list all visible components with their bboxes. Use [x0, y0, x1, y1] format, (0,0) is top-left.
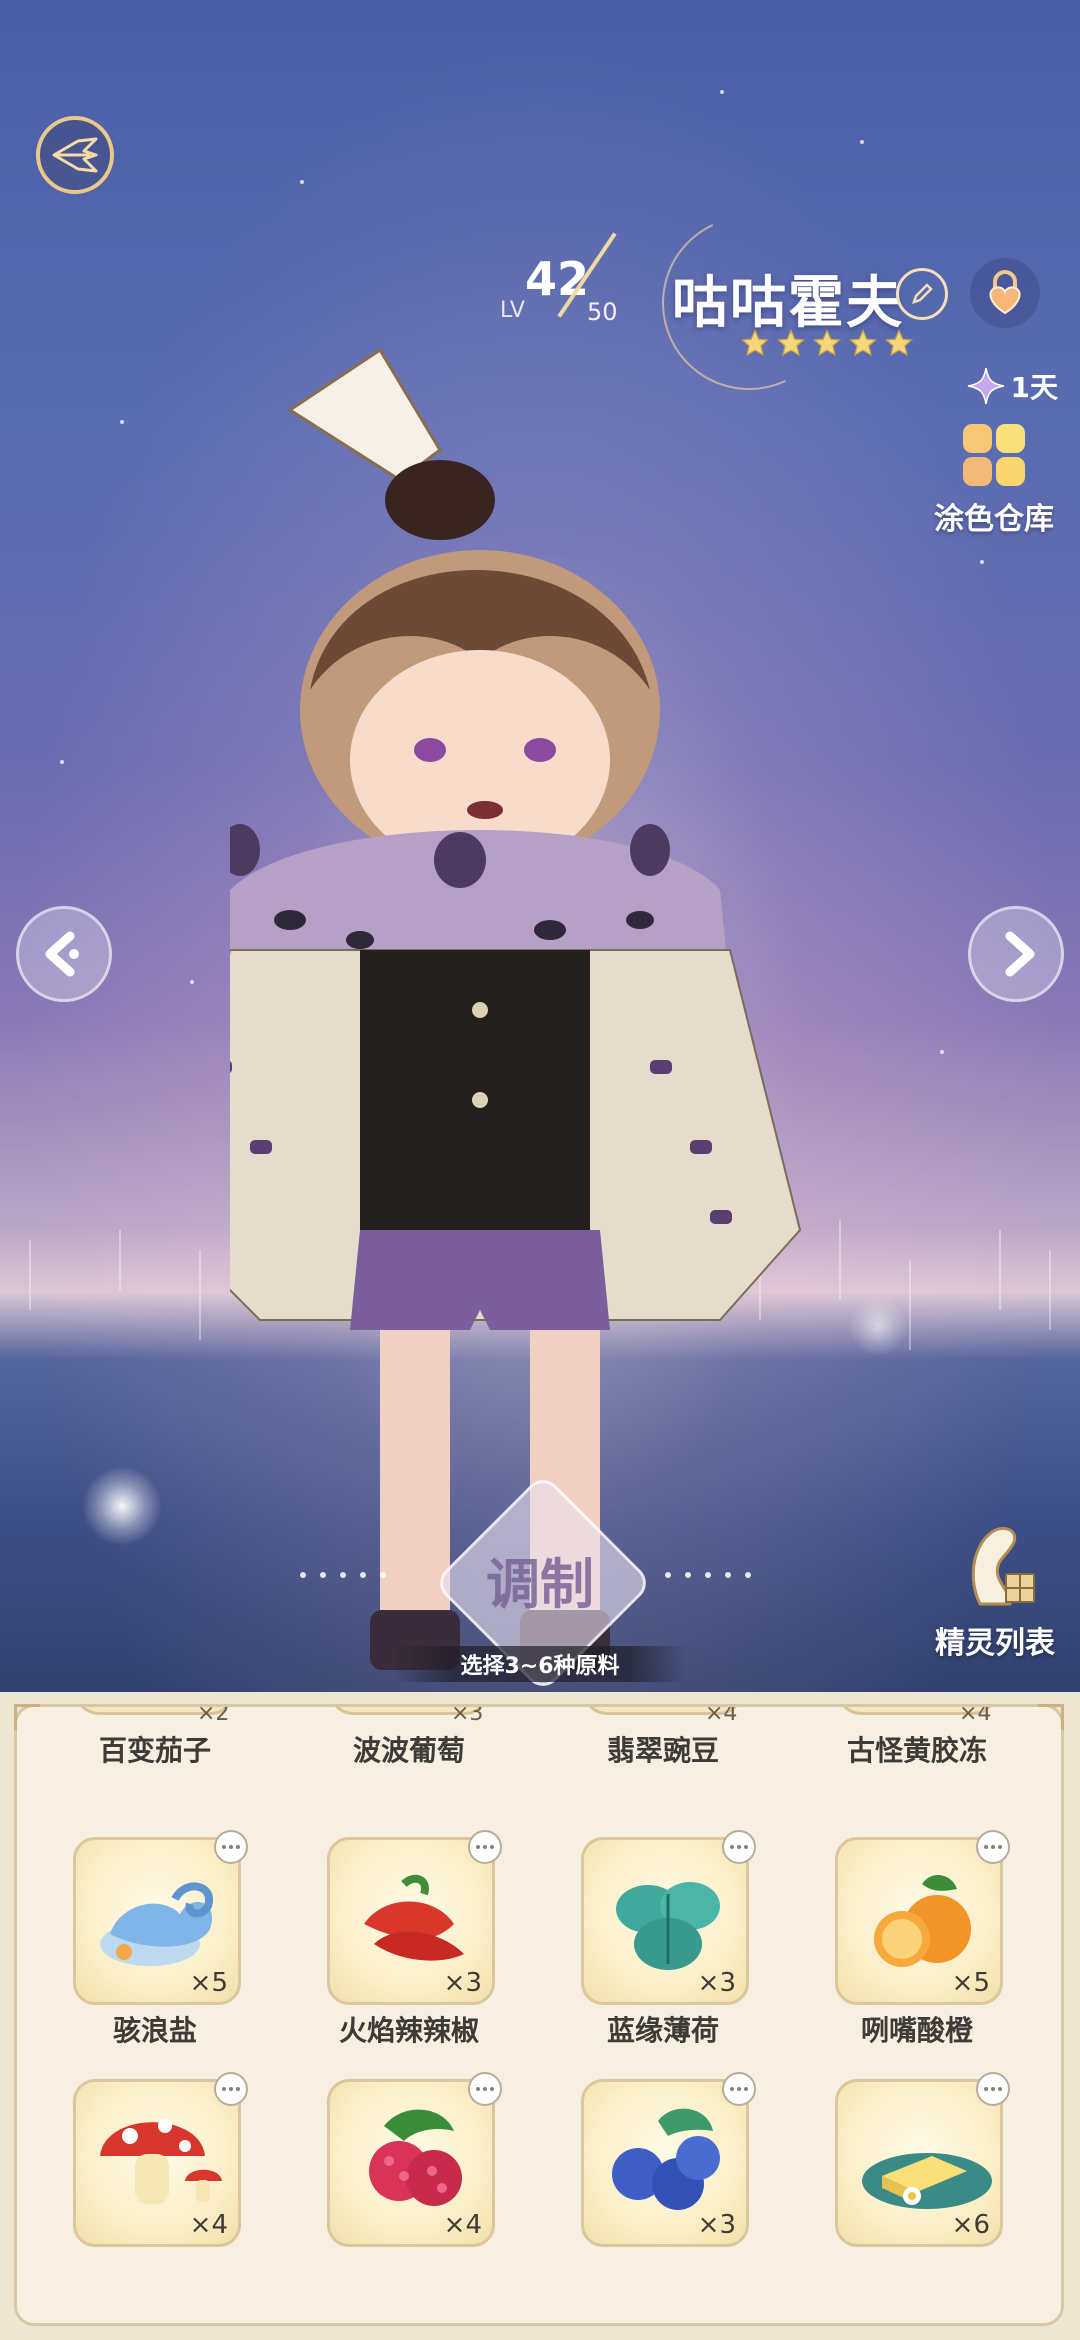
craft-dots-right: [665, 1572, 751, 1578]
wing-back-icon: [52, 137, 98, 173]
back-button[interactable]: [36, 116, 114, 194]
level-current: 42: [525, 252, 590, 306]
mint-icon: [616, 1882, 720, 1970]
ingredient-card[interactable]: ×6: [835, 2072, 1010, 2247]
craft-hint-text: 选择3~6种原料: [460, 1654, 620, 1679]
purple-sparkle-icon: [967, 367, 1004, 405]
ingredient-name: 古怪黄胶冻: [846, 1734, 987, 1767]
ingredient-count: ×5: [189, 1968, 228, 1998]
ingredient-count: ×3: [451, 1704, 484, 1726]
raspberry-icon: [369, 2109, 462, 2206]
blueberry-icon: [612, 2108, 720, 2210]
level-label: LV: [500, 298, 525, 323]
rename-button[interactable]: [896, 268, 948, 320]
panel-corner-ornament: [14, 1704, 40, 1730]
ingredient-name: 波波葡萄: [352, 1734, 465, 1767]
ingredient-name: 火焰辣辣椒: [338, 2014, 479, 2047]
ingredient-card[interactable]: ×3: [581, 1830, 756, 2005]
level-max: 50: [587, 298, 618, 326]
character-name: 咕咕霍夫: [672, 271, 904, 336]
spirit-list-label: 精灵列表: [935, 1626, 1055, 1661]
previous-character-button[interactable]: [16, 906, 112, 1002]
panel-corner-ornament: [1038, 1704, 1064, 1730]
craft-button-label[interactable]: 调制: [440, 1540, 640, 1619]
ingredient-name: 咧嘴酸橙: [860, 2014, 973, 2047]
ingredient-count: ×6: [951, 2210, 990, 2240]
spirit-list-button[interactable]: 精灵列表: [920, 1520, 1070, 1662]
star-icon: [884, 328, 914, 357]
color-palette-icon: [963, 424, 1025, 486]
paint-warehouse-label: 涂色仓库: [934, 502, 1054, 537]
ingredient-count: ×4: [189, 2210, 228, 2240]
ingredient-name: 蓝缘薄荷: [606, 2014, 719, 2047]
ingredient-count: ×3: [697, 1968, 736, 1998]
wave-salt-icon: [100, 1882, 213, 1966]
mushroom-icon: [100, 2119, 222, 2204]
ingredient-card[interactable]: ×4: [73, 2072, 248, 2247]
ingredient-panel: ×2 百变茄子 ×3 波波葡萄 ×4 翡翠豌豆 ×4 古怪黄胶冻 ×5 骇浪盐: [0, 1692, 1080, 2340]
butter-icon: [862, 2153, 992, 2209]
ingredient-name: 百变茄子: [98, 1734, 211, 1767]
craft-dots-left: [300, 1572, 386, 1578]
days-text: 1天: [1010, 371, 1058, 404]
chevron-right-icon: [1005, 931, 1035, 977]
ingredient-card[interactable]: ×3: [327, 1830, 502, 2005]
chili-pepper-icon: [364, 1874, 464, 1961]
heart-lock-icon: [989, 270, 1021, 315]
pencil-icon: [912, 283, 933, 304]
ingredient-card[interactable]: ×5: [835, 1830, 1010, 2005]
spirit-list-icon: [971, 1526, 1035, 1606]
star-icon: [848, 328, 878, 357]
ingredient-card[interactable]: ×5: [73, 1830, 248, 2005]
paint-warehouse-button[interactable]: 涂色仓库: [924, 424, 1064, 538]
orange-icon: [874, 1874, 971, 1967]
ingredient-count: ×2: [197, 1704, 230, 1726]
next-character-button[interactable]: [968, 906, 1064, 1002]
ingredient-name: 翡翠豌豆: [606, 1734, 719, 1767]
ingredient-count: ×4: [443, 2210, 482, 2240]
ingredient-grid[interactable]: ×2 百变茄子 ×3 波波葡萄 ×4 翡翠豌豆 ×4 古怪黄胶冻 ×5 骇浪盐: [14, 1704, 1064, 2326]
ingredient-count: ×4: [959, 1704, 992, 1726]
ingredient-count: ×3: [443, 1968, 482, 1998]
ingredient-count: ×3: [697, 2210, 736, 2240]
ingredient-card[interactable]: ×3: [581, 2072, 756, 2247]
chevron-left-icon: [45, 931, 79, 977]
ingredient-name: 骇浪盐: [112, 2014, 197, 2047]
ingredient-count: ×4: [705, 1704, 738, 1726]
ingredient-count: ×5: [951, 1968, 990, 1998]
lock-button[interactable]: [970, 258, 1040, 328]
days-indicator: 1天: [967, 366, 1058, 406]
ingredient-card[interactable]: ×4: [327, 2072, 502, 2247]
